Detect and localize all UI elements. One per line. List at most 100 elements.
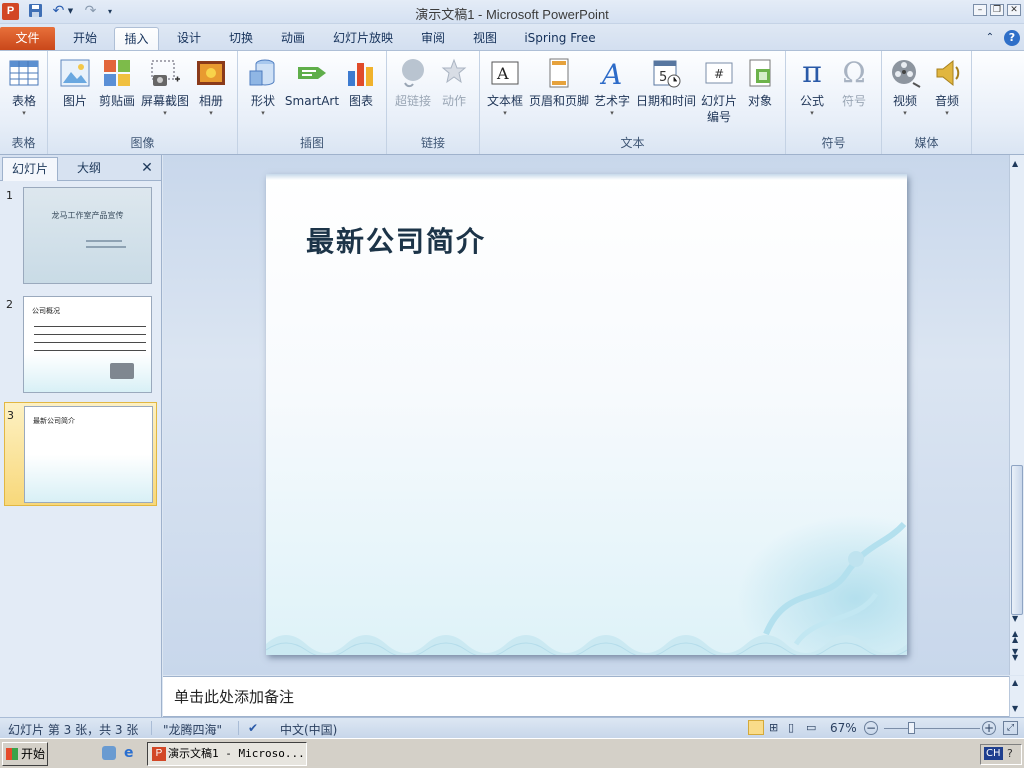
object-icon [744, 57, 776, 89]
video-button[interactable]: 视频 ▾ [886, 54, 924, 118]
table-button[interactable]: 表格 ▾ [4, 54, 44, 118]
taskbar-item-label: 演示文稿1 - Microso... [168, 747, 305, 760]
fit-to-window-icon[interactable]: ⤢ [1003, 721, 1018, 735]
action-button[interactable]: 动作 [437, 54, 471, 109]
chart-icon [345, 57, 377, 89]
language-status[interactable]: 中文(中国) [280, 721, 337, 738]
notes-pane[interactable]: 单击此处添加备注 [163, 676, 1009, 717]
film-reel-icon [889, 57, 921, 89]
quicklaunch-icon[interactable] [102, 746, 116, 760]
tab-home[interactable]: 开始 [64, 27, 106, 50]
system-tray: CH ? [980, 744, 1022, 765]
help-tray-icon[interactable]: ? [1007, 747, 1013, 760]
shapes-button[interactable]: 形状 ▾ [246, 54, 280, 118]
title-bar: P ↶ ▼ ↷ ▾ 演示文稿1 - Microsoft PowerPoint –… [0, 0, 1024, 24]
scroll-down-icon[interactable]: ▼ [1012, 614, 1018, 623]
tab-ispring[interactable]: iSpring Free [518, 27, 602, 50]
ribbon-tabs: 文件 开始 插入 设计 切换 动画 幻灯片放映 审阅 视图 iSpring Fr… [0, 24, 1024, 50]
header-footer-button[interactable]: 页眉和页脚 [528, 54, 590, 109]
scroll-up-icon[interactable]: ▲ [1012, 678, 1018, 687]
ime-indicator[interactable]: CH [984, 747, 1003, 760]
slide-info: 幻灯片 第 3 张，共 3 张 [8, 723, 139, 737]
slide-thumbnail-2[interactable]: 2 公司概况 [4, 292, 157, 396]
picture-button[interactable]: 图片 [58, 54, 92, 109]
normal-view-icon[interactable] [748, 720, 764, 735]
thumbnail-subtitle-lines [86, 240, 122, 242]
svg-text:5: 5 [659, 70, 667, 85]
vertical-scrollbar[interactable]: ▲ ▼ ▲ ▲ ▼ ▼ [1009, 155, 1024, 675]
calendar-icon: 5 [650, 57, 682, 89]
slide-canvas[interactable]: 最新公司简介 [266, 174, 907, 655]
hyperlink-button[interactable]: 超链接 [393, 54, 433, 109]
close-pane-icon[interactable]: ✕ [138, 157, 156, 181]
zoom-level[interactable]: 67% [830, 721, 857, 735]
ribbon: 表格▾ 表格 图片 剪贴画 屏幕截图▾ 相册▾ 图像 形状▾ Smart [0, 50, 1024, 155]
tab-review[interactable]: 审阅 [412, 27, 454, 50]
header-footer-icon [543, 57, 575, 89]
clipart-button[interactable]: 剪贴画 [98, 54, 136, 109]
slideshow-view-icon[interactable]: ▭ [806, 721, 816, 734]
zoom-slider-track[interactable] [884, 728, 980, 729]
slide-number: 3 [7, 409, 14, 422]
start-button[interactable]: 开始 [2, 742, 48, 766]
scrollbar-thumb[interactable] [1011, 465, 1023, 615]
thumbnail-title: 最新公司简介 [33, 417, 75, 425]
symbol-button[interactable]: Ω 符号 [836, 54, 872, 109]
slides-pane: 幻灯片 大纲 ✕ 1 龙马工作室产品宣传 2 公司概况 3 最新公司简介 [0, 155, 162, 717]
zoom-out-icon[interactable]: − [864, 721, 878, 735]
album-button[interactable]: 相册 ▾ [194, 54, 228, 118]
tab-transitions[interactable]: 切换 [220, 27, 262, 50]
zoom-in-icon[interactable]: + [982, 721, 996, 735]
group-media: 视频 ▾ 音频 ▾ 媒体 [882, 51, 972, 154]
tab-slideshow[interactable]: 幻灯片放映 [326, 27, 400, 50]
restore-button[interactable]: ❐ [990, 4, 1004, 16]
wordart-button[interactable]: A 艺术字 ▾ [592, 54, 632, 118]
status-divider [238, 721, 239, 735]
previous-slide-icon[interactable]: ▲ ▲ [1012, 630, 1018, 644]
tab-outline[interactable]: 大纲 [60, 157, 118, 181]
taskbar-item-powerpoint[interactable]: P 演示文稿1 - Microso... [147, 742, 307, 766]
audio-button[interactable]: 音频 ▾ [928, 54, 966, 118]
chart-button[interactable]: 图表 [344, 54, 378, 109]
datetime-button[interactable]: 5 日期和时间 [635, 54, 697, 109]
svg-text:A: A [599, 58, 622, 89]
notes-placeholder[interactable]: 单击此处添加备注 [174, 686, 294, 707]
help-icon[interactable]: ? [1004, 30, 1020, 46]
group-label-links: 链接 [420, 136, 445, 150]
group-label-illustrations: 插图 [299, 136, 324, 150]
tab-animations[interactable]: 动画 [272, 27, 314, 50]
reading-view-icon[interactable]: ▯ [788, 721, 794, 734]
screenshot-button[interactable]: 屏幕截图 ▾ [140, 54, 190, 118]
slide-thumbnail-3[interactable]: 3 最新公司简介 [4, 402, 157, 506]
slide-sorter-icon[interactable]: ⊞ [769, 721, 778, 734]
tab-insert[interactable]: 插入 [114, 27, 159, 50]
ie-icon[interactable]: e [124, 745, 134, 761]
spellcheck-icon[interactable]: ✔ [248, 721, 258, 735]
slide-number-button[interactable]: # 幻灯片 编号 [699, 54, 739, 125]
notes-scrollbar[interactable]: ▲ ▼ [1009, 676, 1024, 717]
action-icon [438, 57, 470, 89]
picture-icon [59, 57, 91, 89]
slide-thumbnail-1[interactable]: 1 龙马工作室产品宣传 [4, 183, 157, 287]
close-button[interactable]: ✕ [1007, 4, 1021, 16]
start-label: 开始 [21, 747, 46, 761]
textbox-button[interactable]: A 文本框 ▾ [485, 54, 525, 118]
minimize-button[interactable]: – [973, 4, 987, 16]
next-slide-icon[interactable]: ▼ ▼ [1012, 648, 1018, 662]
group-label-table: 表格 [11, 136, 36, 150]
tab-file[interactable]: 文件 [0, 27, 55, 50]
tab-design[interactable]: 设计 [168, 27, 210, 50]
collapse-ribbon-icon[interactable]: ⌃ [982, 27, 998, 50]
tab-slides[interactable]: 幻灯片 [2, 157, 58, 181]
thumbnail-image: 公司概况 [23, 296, 152, 393]
object-button[interactable]: 对象 [742, 54, 778, 109]
group-label-text: 文本 [620, 136, 645, 150]
equation-button[interactable]: π 公式 ▾ [794, 54, 830, 118]
slide-title[interactable]: 最新公司简介 [306, 220, 486, 260]
zoom-slider-thumb[interactable] [908, 722, 915, 734]
group-links: 超链接 动作 链接 [387, 51, 480, 154]
scroll-up-icon[interactable]: ▲ [1012, 159, 1018, 168]
tab-view[interactable]: 视图 [464, 27, 506, 50]
scroll-down-icon[interactable]: ▼ [1012, 704, 1018, 713]
smartart-button[interactable]: SmartArt [284, 54, 340, 109]
